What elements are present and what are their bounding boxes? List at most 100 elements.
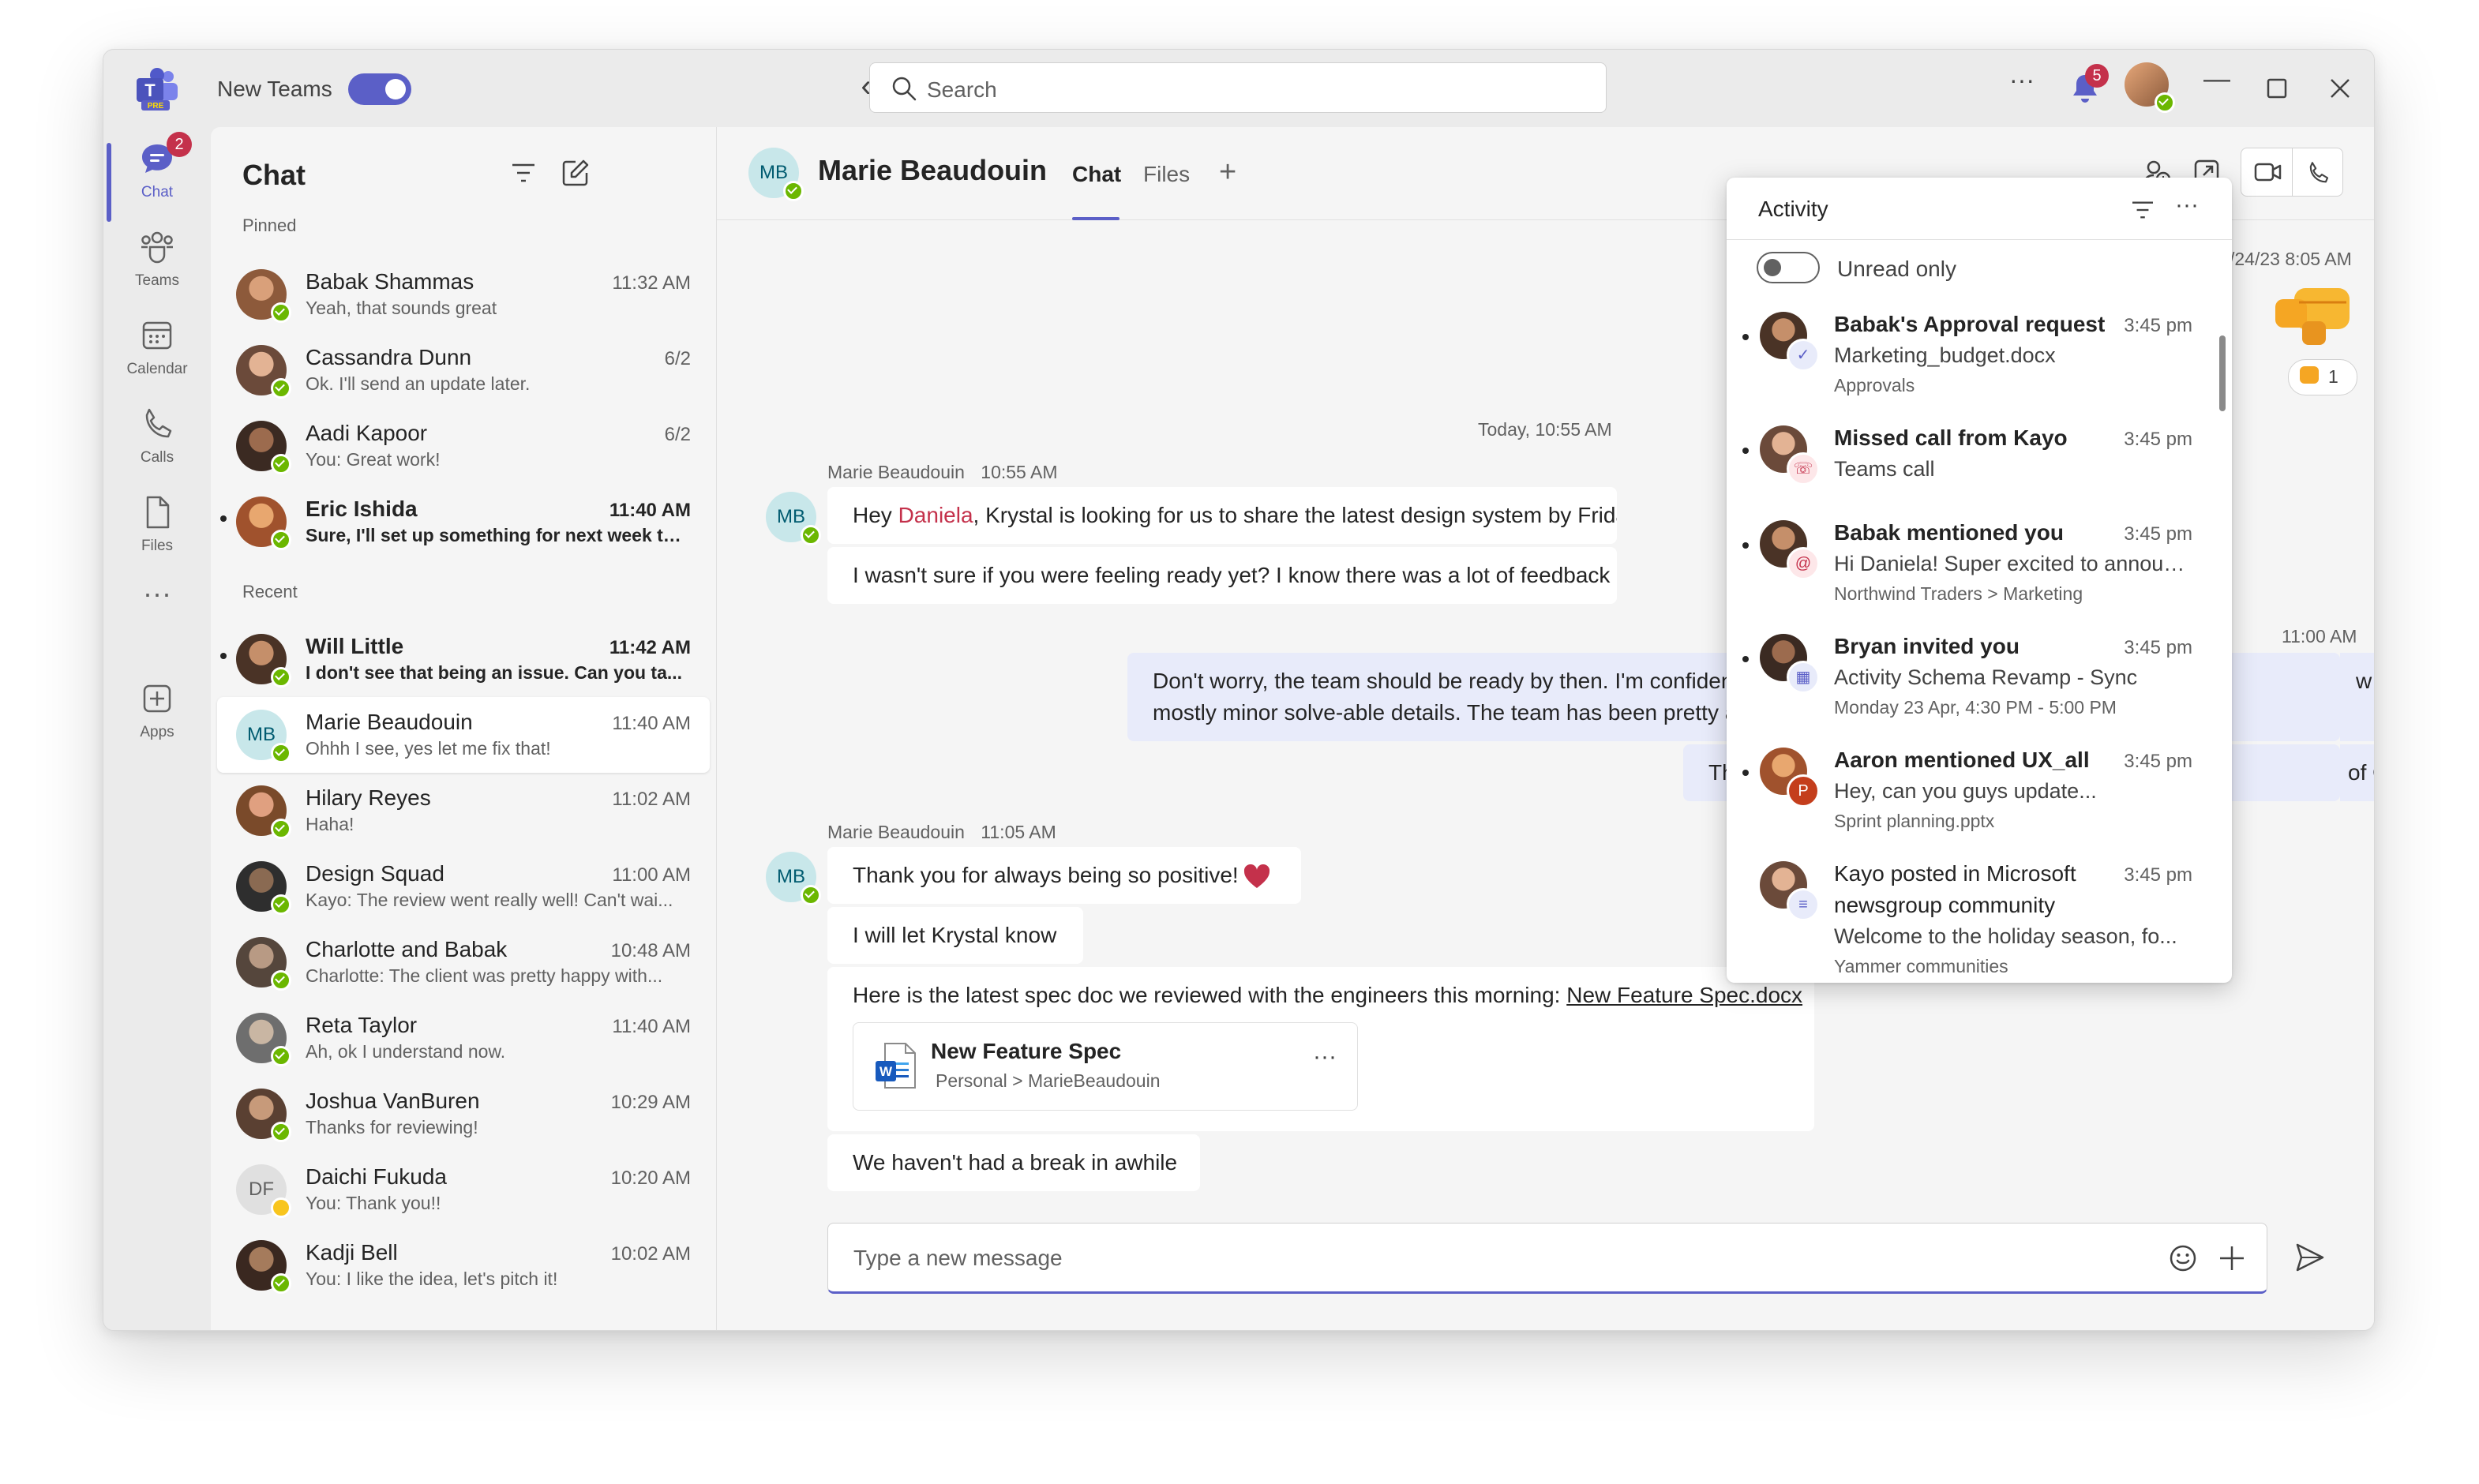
add-tab-icon[interactable]: + <box>1219 156 1236 189</box>
chat-unread-badge: 2 <box>167 132 192 157</box>
chat-list-item[interactable]: MB Marie Beaudouin 11:40 AM Ohhh I see, yes… <box>217 697 710 773</box>
chat-preview: Sure, I'll set up something for next wee… <box>306 525 684 545</box>
apps-icon <box>143 684 171 713</box>
activity-line2: Teams call <box>1834 457 1935 481</box>
activity-item[interactable]: @ Babak mentioned you 3:45 pm Hi Daniela! S… <box>1727 520 2216 623</box>
tab-files[interactable]: Files <box>1143 162 1190 187</box>
chat-list-item[interactable]: Kadji Bell 10:02 AM You: I like the idea, … <box>217 1227 710 1303</box>
recent-section-label: Recent <box>242 582 298 601</box>
activity-more-icon[interactable]: ··· <box>2175 192 2199 219</box>
activity-title-text: Missed call from Kayo <box>1834 425 2068 450</box>
audio-call-icon[interactable] <box>2305 159 2331 186</box>
tab-chat[interactable]: Chat <box>1072 162 1121 187</box>
rail-item-teams[interactable]: Teams <box>103 223 211 302</box>
chat-list-item[interactable]: Eric Ishida 11:40 AM Sure, I'll set up som… <box>217 484 710 560</box>
emoji-icon[interactable] <box>2169 1244 2197 1272</box>
activity-item[interactable]: ≡ Kayo posted in Microsoft 3:45 pm newsgrou… <box>1727 861 2216 976</box>
rail-item-chat[interactable]: 2 Chat <box>103 132 211 214</box>
activity-filter-icon[interactable] <box>2131 200 2155 220</box>
chat-list-item[interactable]: Will Little 11:42 AM I don't see that bein… <box>217 621 710 697</box>
activity-time: 3:45 pm <box>2124 523 2192 545</box>
rail-item-apps[interactable]: Apps <box>103 675 211 754</box>
send-icon[interactable] <box>2294 1242 2326 1273</box>
my-avatar[interactable] <box>2125 62 2175 113</box>
message-bubble[interactable]: Hey Daniela, Krystal is looking for us t… <box>827 487 1617 544</box>
message-bubble[interactable]: I will let Krystal know <box>827 907 1083 964</box>
chat-list-item[interactable]: Reta Taylor 11:40 AM Ah, ok I understand n… <box>217 1000 710 1076</box>
my-message-bubble-tail[interactable]: of October <box>2340 744 2374 801</box>
message-text: Hey <box>853 503 898 527</box>
my-message-tail-text: of October <box>2348 760 2374 785</box>
chat-time: 11:42 AM <box>609 637 691 658</box>
activity-title-text: Bryan invited you <box>1834 634 2020 658</box>
unread-dot-icon <box>1742 770 1749 776</box>
my-message-bubble-tail[interactable]: w was <box>2340 653 2374 741</box>
app-rail: 2 Chat Teams Calendar Calls Files ··· Ap… <box>103 127 211 1330</box>
chat-list-item[interactable]: Joshua VanBuren 10:29 AM Thanks for review… <box>217 1076 710 1152</box>
maximize-icon[interactable] <box>2267 78 2287 99</box>
file-card[interactable]: W New Feature Spec Personal > MarieBeaud… <box>853 1022 1358 1111</box>
activity-line2: Marketing_budget.docx <box>1834 343 2056 367</box>
message-bubble[interactable]: We haven't had a break in awhile <box>827 1134 1200 1191</box>
more-options-icon[interactable]: ··· <box>2009 66 2035 95</box>
spec-doc-link[interactable]: New Feature Spec.docx <box>1566 983 1802 1007</box>
attach-plus-icon[interactable] <box>2218 1244 2246 1272</box>
rail-item-calls[interactable]: Calls <box>103 400 211 479</box>
message-composer[interactable]: Type a new message <box>827 1223 2267 1294</box>
activity-item[interactable]: ☏ Missed call from Kayo 3:45 pm Teams call <box>1727 425 2216 528</box>
activity-item[interactable]: ▦ Bryan invited you 3:45 pm Activity Schema… <box>1727 634 2216 736</box>
presence-available-icon <box>271 302 291 323</box>
new-chat-icon[interactable] <box>561 159 590 187</box>
chat-list-item[interactable]: Aadi Kapoor 6/2 You: Great work! <box>217 408 710 484</box>
contact-name[interactable]: Marie Beaudouin <box>818 154 1047 187</box>
chat-list-item[interactable]: DF Daichi Fukuda 10:20 AM You: Thank you!! <box>217 1152 710 1227</box>
chat-preview: Yeah, that sounds great <box>306 298 497 318</box>
presence-available-icon <box>271 1122 291 1142</box>
presence-available-icon <box>271 970 291 991</box>
file-more-icon[interactable]: ··· <box>1313 1044 1337 1070</box>
chat-time: 11:32 AM <box>612 272 691 294</box>
rail-item-files[interactable]: Files <box>103 489 211 568</box>
activity-title-text: Babak mentioned you <box>1834 520 2064 545</box>
message-bubble[interactable]: Thank you for always being so positive! <box>827 847 1301 904</box>
activity-line2: Activity Schema Revamp - Sync <box>1834 665 2138 689</box>
chat-list-item[interactable]: Hilary Reyes 11:02 AM Haha! <box>217 773 710 849</box>
activity-line3: Welcome to the holiday season, fo... <box>1834 924 2177 948</box>
rail-item-calendar[interactable]: Calendar <box>103 312 211 391</box>
rail-item-more[interactable]: ··· <box>103 577 211 624</box>
chat-list-item[interactable]: Babak Shammas 11:32 AM Yeah, that sounds g… <box>217 257 710 332</box>
rail-label-files: Files <box>141 538 174 554</box>
unread-only-toggle[interactable] <box>1757 252 1820 283</box>
activity-flyout: Activity ··· Unread only ✓ Babak's Approv… <box>1727 178 2232 983</box>
activity-item[interactable]: ✓ Babak's Approval request 3:45 pm Marketin… <box>1727 312 2216 414</box>
chat-list-item[interactable]: Cassandra Dunn 6/2 Ok. I'll send an update… <box>217 332 710 408</box>
mention-daniela[interactable]: Daniela <box>898 503 973 527</box>
presence-available-icon <box>271 819 291 839</box>
teams-window: T PRE New Teams ‹ › Search ··· 5 — <box>103 49 2375 1331</box>
new-teams-toggle[interactable] <box>348 73 411 105</box>
composer-placeholder: Type a new message <box>853 1246 1063 1270</box>
unread-dot-icon <box>220 515 227 522</box>
activity-scrollbar[interactable] <box>2219 335 2226 411</box>
approval-icon: ✓ <box>1787 339 1820 372</box>
video-call-icon[interactable] <box>2254 159 2282 185</box>
chat-time: 11:40 AM <box>612 1016 691 1037</box>
reaction-pill[interactable]: 1 <box>2288 359 2357 395</box>
activity-title-text: Babak's Approval request <box>1834 312 2106 336</box>
rail-label-calls: Calls <box>140 449 174 466</box>
presence-away-icon <box>271 1197 291 1218</box>
activity-item[interactable]: P Aaron mentioned UX_all 3:45 pm Hey, can y… <box>1727 748 2216 850</box>
pinned-section-label: Pinned <box>242 215 297 235</box>
rail-label-calendar: Calendar <box>126 361 188 377</box>
activity-time: 3:45 pm <box>2124 864 2192 886</box>
chat-list-item[interactable]: Charlotte and Babak 10:48 AM Charlotte: Th… <box>217 924 710 1000</box>
activity-title: Activity <box>1758 197 1828 221</box>
filter-icon[interactable] <box>511 162 536 184</box>
chat-list-item[interactable]: Design Squad 11:00 AM Kayo: The review wen… <box>217 849 710 924</box>
message-bubble[interactable]: I wasn't sure if you were feeling ready … <box>827 547 1617 604</box>
search-box[interactable]: Search <box>869 62 1607 113</box>
minimize-icon[interactable]: — <box>2203 64 2230 95</box>
call-group-divider <box>2292 148 2293 196</box>
close-icon[interactable] <box>2328 77 2352 100</box>
contact-name: Eric Ishida <box>306 497 418 521</box>
